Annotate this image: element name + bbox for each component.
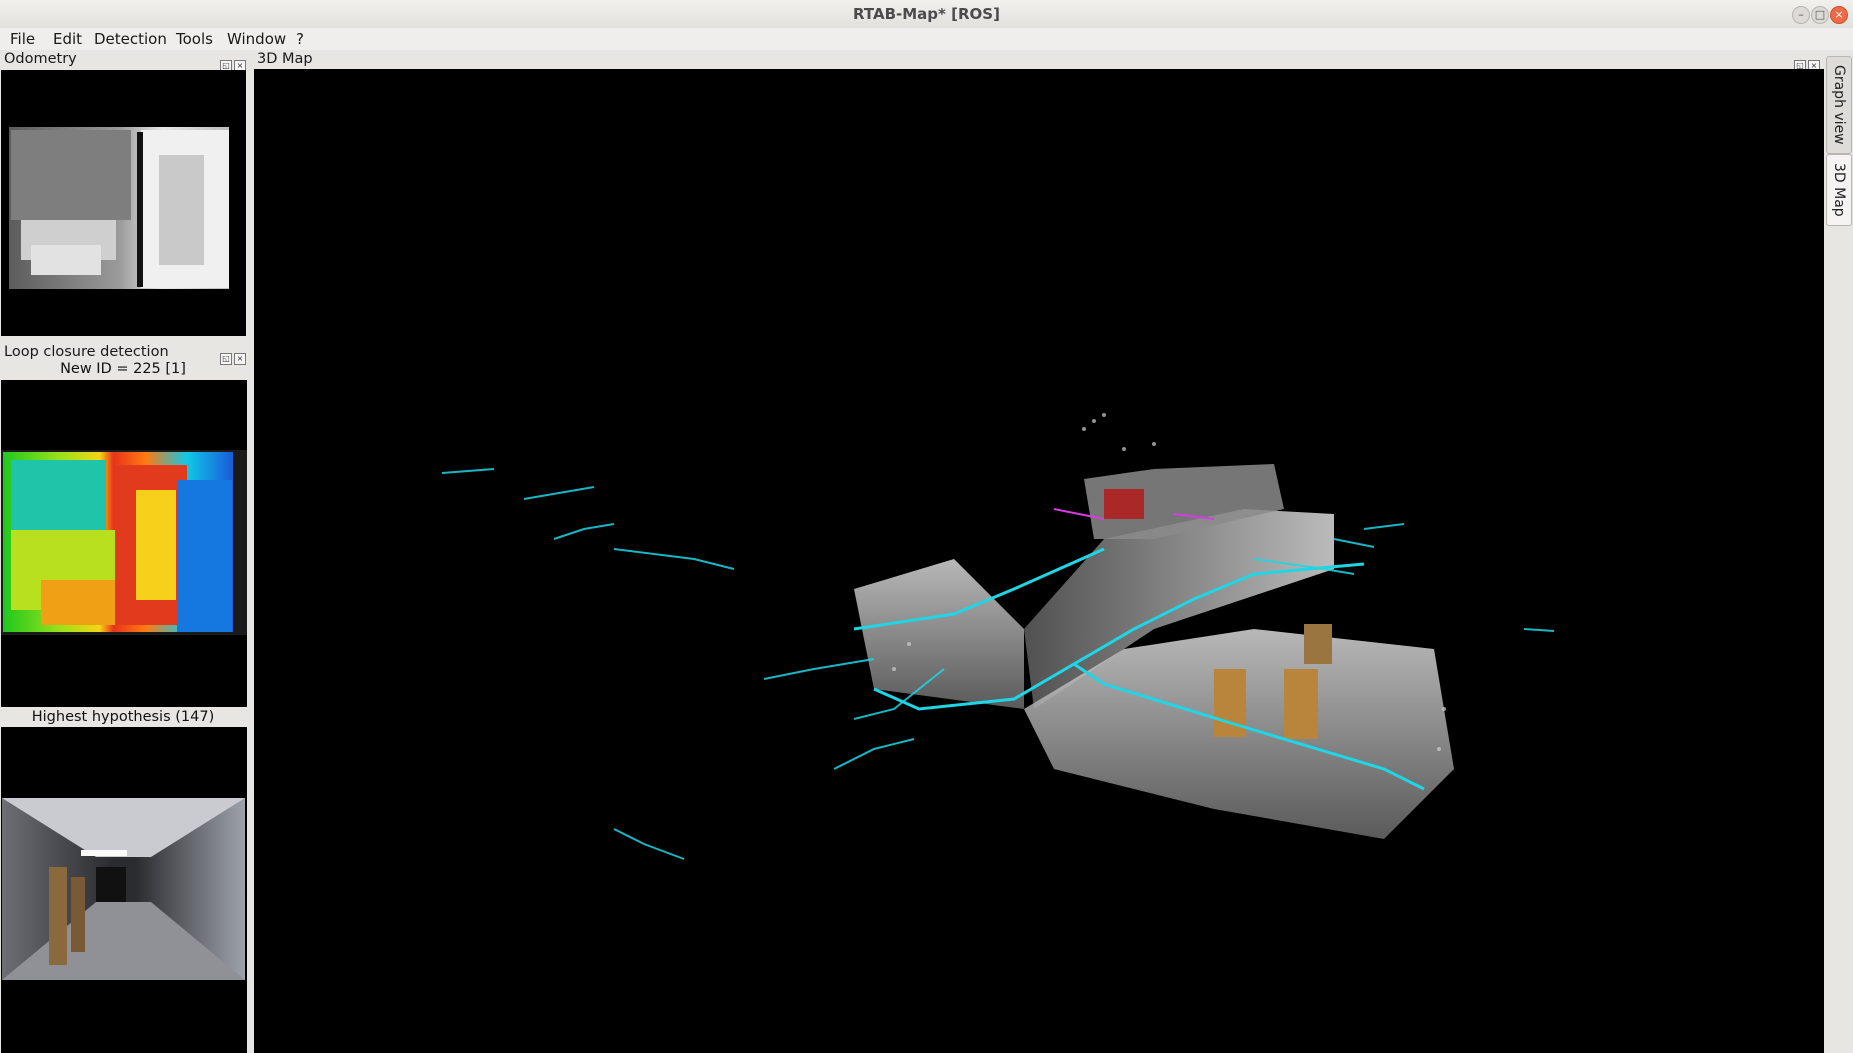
highest-hypothesis-label: Highest hypothesis (147) [31, 709, 215, 725]
point-cloud-corridor-north [854, 559, 1024, 709]
menu-file[interactable]: File [10, 30, 35, 48]
menu-edit[interactable]: Edit [53, 30, 82, 48]
menu-detection[interactable]: Detection [94, 30, 167, 48]
odometry-dock-title: Odometry [4, 51, 77, 67]
loop-closure-dock-buttons: ◱ × [218, 346, 246, 365]
map3d-dock-buttons: ◱ × [1792, 53, 1820, 72]
menu-window[interactable]: Window [227, 30, 286, 48]
maximize-icon[interactable]: □ [1811, 6, 1829, 24]
loop-closure-dock-title: Loop closure detection [4, 344, 169, 360]
title-bar: RTAB-Map* [ROS] – □ × [0, 0, 1853, 29]
point-cloud-render [441, 413, 1555, 860]
odometry-dock-buttons: ◱ × [218, 53, 246, 72]
menu-help[interactable]: ? [296, 30, 304, 48]
loop-new-view[interactable] [1, 380, 247, 707]
hypothesis-image [2, 798, 245, 980]
tab-3d-map[interactable]: 3D Map [1826, 154, 1852, 226]
menu-bar: File Edit Detection Tools Window ? [0, 28, 1853, 50]
close-icon[interactable]: × [1830, 6, 1848, 24]
map3d-dock-title: 3D Map [257, 51, 313, 67]
window-title: RTAB-Map* [ROS] [853, 5, 1000, 23]
menu-tools[interactable]: Tools [176, 30, 213, 48]
tab-graph-view[interactable]: Graph view [1826, 56, 1852, 154]
map3d-view[interactable] [254, 69, 1824, 1053]
new-id-label: New ID = 225 [1] [60, 361, 186, 377]
odometry-view[interactable] [1, 70, 246, 336]
odometry-depth-image [9, 127, 229, 289]
loop-hypothesis-view[interactable] [1, 727, 247, 1053]
loop-new-depth-image [1, 450, 247, 635]
minimize-icon[interactable]: – [1792, 6, 1810, 24]
